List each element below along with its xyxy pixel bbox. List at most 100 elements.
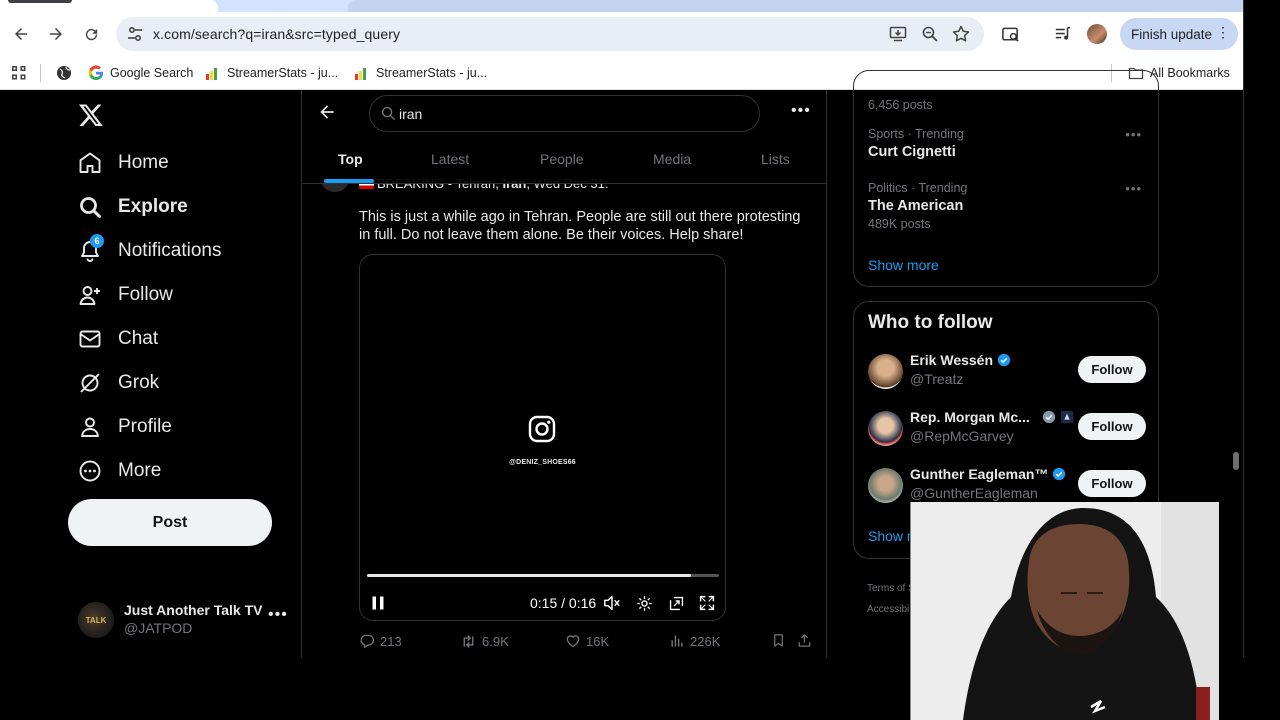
install-app-icon[interactable] [888,24,908,44]
suggested-user-handle: @Treatz [910,371,964,387]
reply-button[interactable]: 213 [359,633,402,649]
nav-label: Follow [118,284,173,305]
nav-label: More [118,460,162,481]
nav-grok[interactable]: Grok [78,368,159,398]
tab-latest[interactable]: Latest [431,151,469,167]
views-count: 226K [690,633,721,649]
x-logo-icon[interactable] [78,102,104,128]
suggested-user[interactable]: Erik Wessén @Treatz Follow [868,352,1148,392]
search-input[interactable]: iran [369,95,760,132]
video-watermark: @DENIZ_SHOES66 [509,459,576,466]
nav-chat[interactable]: Chat [78,324,158,354]
trend-item[interactable]: 6,456 posts [868,95,1148,112]
back-icon[interactable] [8,21,34,47]
verified-badge-icon [1053,467,1066,481]
footer-links: Terms of S Accessibi [867,578,915,620]
suggested-user[interactable]: Rep. Morgan Mc... @RepMcGarvey Follow [868,409,1148,449]
follow-button[interactable]: Follow [1078,356,1146,383]
share-button[interactable] [797,633,812,648]
search-more-icon[interactable]: ••• [791,102,811,120]
active-tab[interactable] [0,0,218,12]
zoom-icon[interactable] [920,24,940,44]
nav-label: Chat [118,328,159,349]
nav-home[interactable]: Home [78,148,169,178]
trend-more-icon[interactable]: ••• [1125,127,1142,142]
account-switcher[interactable]: TALK Just Another Talk TV @JATPOD ••• [78,600,290,640]
url-text[interactable]: x.com/search?q=iran&src=typed_query [153,26,400,42]
more-circle-icon [78,459,102,483]
nav-more[interactable]: More [78,456,161,486]
pause-icon[interactable] [368,593,388,613]
follow-button[interactable]: Follow [1078,413,1146,440]
apps-grid-icon[interactable] [11,63,27,83]
picture-in-picture-icon[interactable] [666,593,686,613]
mute-icon[interactable] [602,593,622,613]
globe-icon[interactable] [56,63,72,83]
footer-link[interactable]: Accessibi [867,599,915,620]
media-controls-icon[interactable] [1050,21,1076,47]
nav-notifications[interactable]: 6 Notifications [78,234,222,266]
affiliation-badge-icon [1060,410,1073,424]
bookmark-button[interactable] [771,633,786,648]
trend-item[interactable]: Politics · Trending The American 489K po… [868,181,1148,231]
tab-lists[interactable]: Lists [761,151,790,167]
address-bar[interactable]: x.com/search?q=iran&src=typed_query [116,17,984,51]
page-scrollbar-thumb[interactable] [1233,452,1239,470]
fullscreen-icon[interactable] [697,593,717,613]
reload-icon[interactable] [78,21,104,47]
repost-button[interactable]: 6.9K [460,633,509,650]
follow-button[interactable]: Follow [1078,470,1146,497]
bookmark-label: StreamerStats - ju... [376,66,488,80]
suggested-user-name: Rep. Morgan Mc... [910,409,1074,425]
footer-link[interactable]: Terms of S [867,578,915,599]
back-arrow-icon[interactable] [317,102,337,122]
tab-media[interactable]: Media [653,151,691,167]
trend-count: 489K posts [868,217,931,231]
active-tab-indicator [324,179,374,183]
inactive-tab-area[interactable] [348,0,1243,12]
tab-search-icon[interactable] [997,21,1023,47]
like-button[interactable]: 16K [565,633,609,649]
tab-top[interactable]: Top [338,151,363,167]
search-icon [78,195,102,219]
bookmark-star-icon[interactable] [951,24,971,44]
streamerstats-icon [355,68,366,80]
avatar-text: TALK [85,615,107,625]
nav-profile[interactable]: Profile [78,412,172,442]
suggested-user-name: Gunther Eagleman™ [910,466,1066,482]
trend-count: 6,456 posts [868,98,933,112]
post-button[interactable]: Post [68,499,272,546]
trend-category: Sports · Trending [868,127,964,141]
nav-follow[interactable]: Follow [78,280,173,310]
settings-gear-icon[interactable] [634,593,654,613]
reply-icon [360,634,374,649]
tab-people[interactable]: People [540,151,584,167]
nav-label: Notifications [118,240,222,261]
video-player[interactable]: @DENIZ_SHOES66 0:15 / 0:16 [359,254,726,621]
bookmark-streamerstats-2[interactable]: StreamerStats - ju... [354,63,487,83]
trend-item[interactable]: Sports · Trending Curt Cignetti ••• [868,127,1148,160]
forward-icon[interactable] [43,21,69,47]
video-scrubber[interactable] [367,574,719,577]
avatar [868,354,903,389]
notification-badge: 6 [90,234,104,248]
home-icon [78,151,102,175]
chrome-profile-avatar[interactable] [1087,24,1107,44]
tab-strip [0,0,1243,12]
site-settings-icon[interactable] [125,24,145,44]
more-dots-icon[interactable]: ••• [268,606,288,624]
bookmark-streamerstats-1[interactable]: StreamerStats - ju... [205,63,338,83]
trends-show-more[interactable]: Show more [868,257,939,273]
google-icon [88,65,103,81]
tweet[interactable]: BREAKING - Tehran, Iran, Wed Dec 31: Thi… [303,170,826,658]
suggested-user-handle: @RepMcGarvey [910,428,1014,444]
bookmark-google-search[interactable]: Google Search [88,63,193,83]
finish-update-button[interactable]: Finish update ⋮ [1120,18,1238,50]
nav-explore[interactable]: Explore [78,192,188,222]
suggested-user[interactable]: Gunther Eagleman™ @GuntherEagleman Follo… [868,466,1148,506]
views-button[interactable]: 226K [669,633,720,649]
all-bookmarks-label: All Bookmarks [1150,66,1230,80]
trend-more-icon[interactable]: ••• [1125,181,1142,196]
nav-label: Profile [118,416,172,437]
avatar [868,411,903,446]
